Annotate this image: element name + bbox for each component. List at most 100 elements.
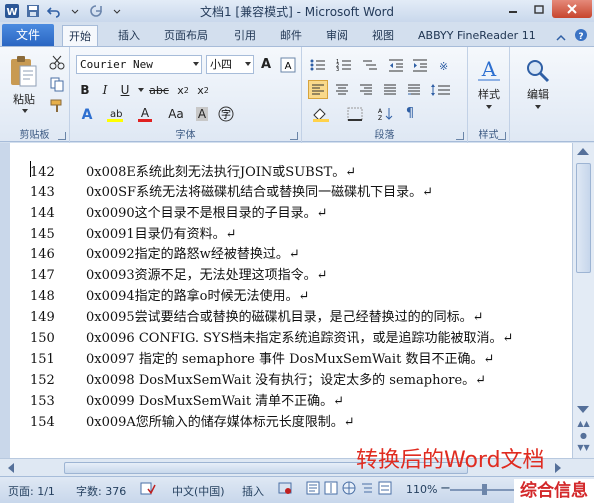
font-name-combo[interactable]: Courier New (76, 55, 202, 74)
shading-icon[interactable] (308, 104, 334, 123)
sort-icon[interactable]: AZ (376, 104, 396, 123)
tab-view[interactable]: 视图 (366, 25, 400, 46)
phonetic-guide-icon[interactable]: A (278, 55, 298, 74)
line-spacing-icon[interactable] (428, 80, 454, 99)
paragraph-launcher[interactable] (456, 132, 464, 140)
paste-icon[interactable] (6, 53, 40, 89)
italic-button[interactable]: I (96, 81, 114, 99)
vertical-scroll-thumb[interactable] (576, 163, 591, 273)
char-shading-icon[interactable]: A (192, 105, 212, 123)
line-153[interactable]: 153 0x0099 DosMuxSemWait 清单不正确。↵ (30, 390, 344, 410)
align-center-button[interactable] (332, 80, 352, 99)
browse-object-icon[interactable]: ● (576, 430, 591, 442)
enclosed-char-icon[interactable]: 字 (216, 105, 236, 123)
cut-icon[interactable] (48, 53, 66, 71)
superscript-button[interactable]: x2 (194, 81, 212, 99)
decrease-indent-icon[interactable] (386, 55, 406, 74)
scroll-left-icon[interactable] (8, 463, 14, 473)
scroll-up-icon[interactable] (577, 148, 589, 155)
line-144[interactable]: 144 0x0090这个目录不是根目录的子目录。↵ (30, 202, 328, 222)
scroll-right-icon[interactable] (555, 463, 561, 473)
tab-review[interactable]: 审阅 (320, 25, 354, 46)
clipboard-launcher[interactable] (58, 132, 66, 140)
help-icon[interactable]: ? (574, 27, 588, 46)
numbering-icon[interactable]: 123 (334, 55, 354, 74)
bullets-icon[interactable] (308, 55, 328, 74)
subscript-button[interactable]: x2 (174, 81, 192, 99)
chinese-layout-icon[interactable]: ※ (434, 55, 454, 74)
font-launcher[interactable] (290, 132, 298, 140)
underline-button[interactable]: U (116, 81, 134, 99)
editing-button-label[interactable]: 编辑 (518, 87, 558, 101)
styles-launcher[interactable] (498, 132, 506, 140)
next-page-icon[interactable]: ▼▼ (576, 442, 591, 454)
line-142[interactable]: 142 0x008E系统此刻无法执行JOIN或SUBST。↵ (30, 161, 356, 181)
minimize-ribbon-icon[interactable] (556, 27, 566, 46)
justify-button[interactable] (380, 80, 400, 99)
increase-indent-icon[interactable] (410, 55, 430, 74)
multilevel-list-icon[interactable] (360, 55, 380, 74)
line-145[interactable]: 145 0x0091目录仍有资料。↵ (30, 223, 237, 243)
show-marks-icon[interactable]: ¶ (400, 104, 420, 123)
minimize-button[interactable] (500, 0, 526, 18)
font-color-icon[interactable]: A (134, 105, 158, 123)
zoom-level[interactable]: 110% (406, 483, 437, 496)
macro-record-icon[interactable] (278, 481, 294, 498)
line-151[interactable]: 151 0x0097 指定的 semaphore 事件 DosMuxSemWai… (30, 348, 494, 368)
underline-dropdown-icon[interactable] (136, 81, 146, 99)
align-left-button[interactable] (308, 80, 328, 99)
line-154[interactable]: 154 0x009A您所输入的储存媒体标元长度限制。↵ (30, 411, 355, 431)
text-effects-icon[interactable]: A (76, 105, 100, 123)
clear-formatting-icon[interactable]: A (256, 55, 276, 74)
tab-references[interactable]: 引用 (228, 25, 262, 46)
styles-icon[interactable]: A (473, 55, 505, 85)
line-152[interactable]: 152 0x0098 DosMuxSemWait 没有执行；设定太多的 sema… (30, 369, 486, 389)
chevron-down-icon (193, 62, 199, 66)
restore-button[interactable] (526, 0, 552, 18)
tab-mailings[interactable]: 邮件 (274, 25, 308, 46)
line-148[interactable]: 148 0x0094指定的路拿o时候无法使用。↵ (30, 285, 309, 305)
align-right-button[interactable] (356, 80, 376, 99)
zoom-slider-thumb[interactable] (482, 484, 487, 495)
word-count[interactable]: 字数: 376 (76, 483, 126, 499)
view-outline-icon[interactable] (360, 481, 374, 498)
strikethrough-button[interactable]: abc (148, 81, 170, 99)
view-full-screen-icon[interactable] (324, 481, 338, 498)
tab-insert[interactable]: 插入 (112, 25, 146, 46)
line-143[interactable]: 143 0x00SF系统无法将磁碟机结合或替换同一磁碟机下目录。↵ (30, 181, 433, 201)
line-150[interactable]: 150 0x0096 CONFIG. SYS档未指定系统追踪资讯，或是追踪功能被取… (30, 327, 513, 347)
line-146[interactable]: 146 0x0092指定的路怒w经被替换过。↵ (30, 243, 300, 263)
borders-icon[interactable] (342, 104, 368, 123)
change-case-icon[interactable]: Aa (162, 105, 190, 123)
editing-dropdown-icon[interactable] (532, 103, 544, 111)
highlight-icon[interactable]: ab (104, 105, 130, 123)
paste-label[interactable]: 粘贴 (6, 91, 42, 107)
bold-button[interactable]: B (76, 81, 94, 99)
language-indicator[interactable]: 中文(中国) (172, 483, 225, 499)
vertical-scrollbar[interactable]: ▲▲ ● ▼▼ (572, 143, 594, 458)
view-web-icon[interactable] (342, 481, 356, 498)
paste-dropdown-icon[interactable] (20, 107, 30, 115)
insert-mode[interactable]: 插入 (242, 483, 264, 499)
proofing-icon[interactable] (140, 481, 156, 498)
find-icon[interactable] (522, 55, 554, 85)
copy-icon[interactable] (48, 75, 66, 93)
close-button[interactable] (552, 0, 592, 18)
line-147[interactable]: 147 0x0093资源不足，无法处理这项指令。↵ (30, 264, 328, 284)
tab-home[interactable]: 开始 (62, 25, 98, 46)
line-149[interactable]: 149 0x0095尝试要结合或替换的磁碟机目录，是己经替换过的的同标。↵ (30, 306, 484, 326)
tab-abbyy[interactable]: ABBYY FineReader 11 (412, 25, 542, 46)
tab-file[interactable]: 文件 (2, 24, 54, 46)
previous-page-icon[interactable]: ▲▲ (576, 418, 591, 430)
tab-page-layout[interactable]: 页面布局 (158, 25, 214, 46)
font-size-combo[interactable]: 小四 (206, 55, 254, 74)
view-print-layout-icon[interactable] (306, 481, 320, 498)
document-page[interactable]: 142 0x008E系统此刻无法执行JOIN或SUBST。↵ 143 0x00SF系… (10, 143, 572, 458)
distributed-button[interactable] (404, 80, 424, 99)
scroll-down-icon[interactable] (577, 406, 589, 413)
styles-button-label[interactable]: 样式 (470, 87, 508, 101)
styles-dropdown-icon[interactable] (483, 103, 495, 111)
format-painter-icon[interactable] (48, 97, 66, 115)
view-draft-icon[interactable] (378, 481, 392, 498)
page-count[interactable]: 页面: 1/1 (8, 483, 55, 499)
